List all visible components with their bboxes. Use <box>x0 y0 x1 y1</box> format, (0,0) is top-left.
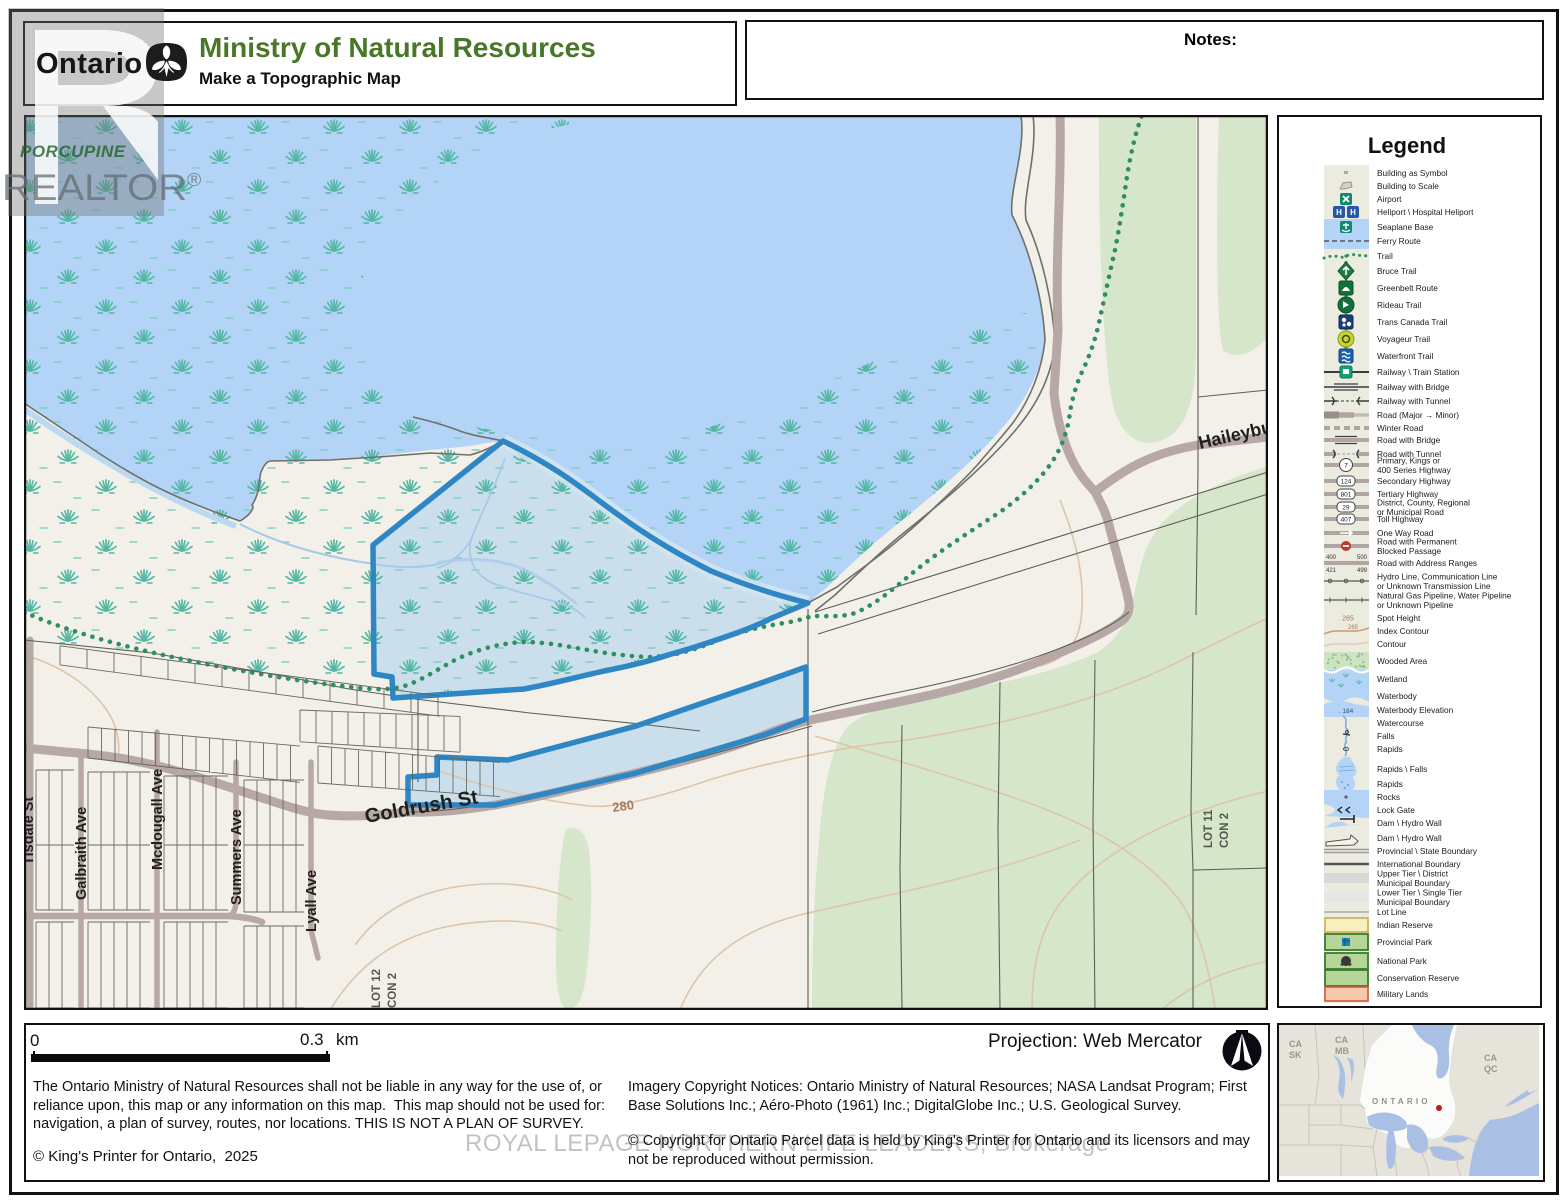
svg-text:International Boundary: International Boundary <box>1377 859 1461 869</box>
svg-text:Dam \ Hydro Wall: Dam \ Hydro Wall <box>1377 818 1442 828</box>
svg-text:Road with Address Ranges: Road with Address Ranges <box>1377 558 1477 568</box>
svg-text:or Unknown Pipeline: or Unknown Pipeline <box>1377 600 1453 610</box>
svg-text:124: 124 <box>1341 479 1352 486</box>
svg-text:Secondary Highway: Secondary Highway <box>1377 476 1452 486</box>
svg-text:Airport: Airport <box>1377 194 1402 204</box>
svg-text:Contour: Contour <box>1377 639 1407 649</box>
svg-text:801: 801 <box>1341 492 1352 499</box>
svg-text:Bruce Trail: Bruce Trail <box>1377 266 1417 276</box>
svg-text:Rideau Trail: Rideau Trail <box>1377 300 1421 310</box>
svg-text:H: H <box>1350 208 1356 217</box>
svg-text:Railway with Bridge: Railway with Bridge <box>1377 382 1450 392</box>
svg-text:Index Contour: Index Contour <box>1377 626 1429 636</box>
svg-text:Rocks: Rocks <box>1377 792 1400 802</box>
svg-text:. 265: . 265 <box>1338 616 1354 623</box>
svg-text:CA: CA <box>1289 1039 1302 1049</box>
svg-text:Military Lands: Military Lands <box>1377 989 1428 999</box>
svg-text:Voyageur Trail: Voyageur Trail <box>1377 334 1430 344</box>
svg-text:Rapids \ Falls: Rapids \ Falls <box>1377 764 1427 774</box>
svg-text:or Unknown Transmission Line: or Unknown Transmission Line <box>1377 581 1491 591</box>
svg-text:SK: SK <box>1289 1050 1302 1060</box>
svg-text:Spot Height: Spot Height <box>1377 613 1421 623</box>
svg-text:Waterfront Trail: Waterfront Trail <box>1377 351 1434 361</box>
svg-text:Conservation Reserve: Conservation Reserve <box>1377 973 1459 983</box>
svg-text:Natural Gas Pipeline, Water Pi: Natural Gas Pipeline, Water Pipeline <box>1377 591 1512 601</box>
svg-text:Lock Gate: Lock Gate <box>1377 805 1415 815</box>
svg-text:Heliport \ Hospital Heliport: Heliport \ Hospital Heliport <box>1377 207 1474 217</box>
svg-text:Trail: Trail <box>1377 251 1393 261</box>
svg-text:Winter Road: Winter Road <box>1377 423 1423 433</box>
svg-text:Lower Tier \ Single Tier: Lower Tier \ Single Tier <box>1377 888 1462 898</box>
svg-text:421: 421 <box>1326 568 1337 574</box>
svg-text:H: H <box>1336 208 1342 217</box>
svg-text:Upper Tier \ District: Upper Tier \ District <box>1377 869 1449 879</box>
svg-text:Ferry Route: Ferry Route <box>1377 236 1421 246</box>
svg-text:Railway with Tunnel: Railway with Tunnel <box>1377 396 1450 406</box>
svg-text:. 184: . 184 <box>1339 708 1354 715</box>
svg-text:Road (Major → Minor): Road (Major → Minor) <box>1377 410 1459 420</box>
svg-text:MB: MB <box>1335 1046 1349 1056</box>
svg-text:National Park: National Park <box>1377 956 1428 966</box>
svg-text:Dam \ Hydro Wall: Dam \ Hydro Wall <box>1377 833 1442 843</box>
svg-text:Railway \ Train Station: Railway \ Train Station <box>1377 367 1460 377</box>
svg-text:Legend: Legend <box>1368 133 1446 158</box>
svg-text:407: 407 <box>1341 517 1352 524</box>
svg-text:Hydro Line, Communication Line: Hydro Line, Communication Line <box>1377 572 1498 582</box>
svg-text:ONTARIO: ONTARIO <box>1372 1097 1431 1106</box>
svg-text:500: 500 <box>1357 555 1368 561</box>
svg-text:Falls: Falls <box>1377 731 1395 741</box>
svg-text:Provincial Park: Provincial Park <box>1377 937 1433 947</box>
svg-text:QC: QC <box>1484 1064 1498 1074</box>
svg-text:Watercourse: Watercourse <box>1377 718 1424 728</box>
svg-text:Lot Line: Lot Line <box>1377 907 1407 917</box>
svg-text:499: 499 <box>1357 568 1368 574</box>
svg-text:400 Series Highway: 400 Series Highway <box>1377 465 1452 475</box>
svg-text:29: 29 <box>1342 505 1350 512</box>
svg-text:Waterbody Elevation: Waterbody Elevation <box>1377 705 1454 715</box>
svg-text:Toll Highway: Toll Highway <box>1377 514 1424 524</box>
svg-text:265: 265 <box>1348 625 1359 631</box>
svg-text:CA: CA <box>1335 1035 1348 1045</box>
svg-text:7: 7 <box>1344 463 1348 470</box>
svg-text:Primary, Kings or: Primary, Kings or <box>1377 456 1440 466</box>
svg-text:Provincial \ State Boundary: Provincial \ State Boundary <box>1377 846 1478 856</box>
svg-text:Wooded Area: Wooded Area <box>1377 656 1428 666</box>
svg-text:Rapids: Rapids <box>1377 744 1403 754</box>
svg-text:Indian Reserve: Indian Reserve <box>1377 920 1433 930</box>
svg-text:Building as Symbol: Building as Symbol <box>1377 168 1448 178</box>
svg-text:Trans Canada Trail: Trans Canada Trail <box>1377 317 1447 327</box>
svg-text:Waterbody: Waterbody <box>1377 691 1418 701</box>
svg-text:Municipal Boundary: Municipal Boundary <box>1377 878 1451 888</box>
svg-text:CA: CA <box>1484 1053 1497 1063</box>
svg-text:Seaplane Base: Seaplane Base <box>1377 222 1434 232</box>
svg-text:Blocked Passage: Blocked Passage <box>1377 546 1441 556</box>
svg-text:Municipal Boundary: Municipal Boundary <box>1377 897 1451 907</box>
svg-text:Building to Scale: Building to Scale <box>1377 181 1439 191</box>
svg-text:400: 400 <box>1326 555 1337 561</box>
svg-text:Road with Bridge: Road with Bridge <box>1377 435 1441 445</box>
svg-text:Rapids: Rapids <box>1377 779 1403 789</box>
svg-text:Wetland: Wetland <box>1377 674 1408 684</box>
svg-text:Greenbelt Route: Greenbelt Route <box>1377 283 1438 293</box>
svg-text:District, County, Regional: District, County, Regional <box>1377 498 1470 508</box>
svg-text:Road with Permanent: Road with Permanent <box>1377 537 1457 547</box>
